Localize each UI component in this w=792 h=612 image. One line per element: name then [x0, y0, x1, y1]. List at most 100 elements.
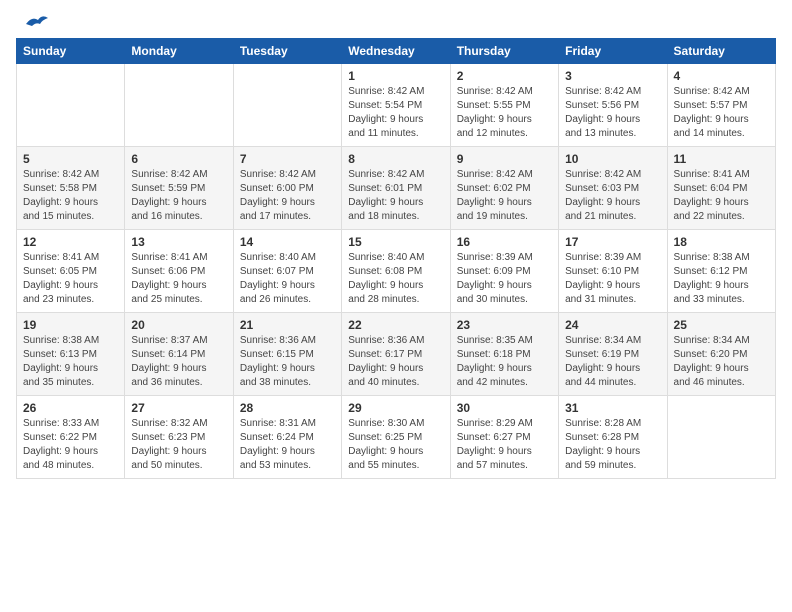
weekday-header-cell: Thursday: [450, 39, 558, 64]
calendar-day-cell: 5 Sunrise: 8:42 AM Sunset: 5:58 PM Daylig…: [17, 147, 125, 230]
calendar-day-cell: 10 Sunrise: 8:42 AM Sunset: 6:03 PM Dayli…: [559, 147, 667, 230]
day-info: Sunrise: 8:32 AM Sunset: 6:23 PM Dayligh…: [131, 417, 226, 473]
calendar-day-cell: 29 Sunrise: 8:30 AM Sunset: 6:25 PM Dayli…: [342, 396, 450, 479]
day-number: 26: [23, 401, 118, 415]
day-info: Sunrise: 8:40 AM Sunset: 6:08 PM Dayligh…: [348, 251, 443, 307]
calendar-day-cell: 24Sunrise: 8:34 AM Sunset: 6:19 PM Dayli…: [559, 313, 667, 396]
day-number: 21: [240, 318, 335, 332]
day-info: Sunrise: 8:41 AM Sunset: 6:06 PM Dayligh…: [131, 251, 226, 307]
logo: [16, 16, 50, 30]
day-info: Sunrise: 8:42 AM Sunset: 6:02 PM Dayligh…: [457, 168, 552, 224]
page-header: [16, 16, 776, 30]
calendar-day-cell: 28Sunrise: 8:31 AM Sunset: 6:24 PM Dayli…: [233, 396, 341, 479]
day-number: 17: [565, 235, 660, 249]
calendar-table: SundayMondayTuesdayWednesdayThursdayFrid…: [16, 38, 776, 479]
day-number: 20: [131, 318, 226, 332]
day-number: 6: [131, 152, 226, 166]
day-number: 13: [131, 235, 226, 249]
day-number: 19: [23, 318, 118, 332]
day-info: Sunrise: 8:40 AM Sunset: 6:07 PM Dayligh…: [240, 251, 335, 307]
calendar-week-row: 12 Sunrise: 8:41 AM Sunset: 6:05 PM Dayli…: [17, 230, 776, 313]
day-info: Sunrise: 8:36 AM Sunset: 6:15 PM Dayligh…: [240, 334, 335, 390]
calendar-day-cell: 14 Sunrise: 8:40 AM Sunset: 6:07 PM Dayli…: [233, 230, 341, 313]
calendar-day-cell: 20 Sunrise: 8:37 AM Sunset: 6:14 PM Dayli…: [125, 313, 233, 396]
calendar-day-cell: [667, 396, 775, 479]
day-info: Sunrise: 8:31 AM Sunset: 6:24 PM Dayligh…: [240, 417, 335, 473]
calendar-week-row: 1 Sunrise: 8:42 AM Sunset: 5:54 PM Daylig…: [17, 64, 776, 147]
weekday-header-cell: Friday: [559, 39, 667, 64]
day-number: 12: [23, 235, 118, 249]
calendar-day-cell: 9 Sunrise: 8:42 AM Sunset: 6:02 PM Daylig…: [450, 147, 558, 230]
calendar-day-cell: 21 Sunrise: 8:36 AM Sunset: 6:15 PM Dayli…: [233, 313, 341, 396]
calendar-day-cell: 1 Sunrise: 8:42 AM Sunset: 5:54 PM Daylig…: [342, 64, 450, 147]
day-info: Sunrise: 8:42 AM Sunset: 5:58 PM Dayligh…: [23, 168, 118, 224]
day-number: 4: [674, 69, 769, 83]
day-info: Sunrise: 8:36 AM Sunset: 6:17 PM Dayligh…: [348, 334, 443, 390]
calendar-week-row: 5 Sunrise: 8:42 AM Sunset: 5:58 PM Daylig…: [17, 147, 776, 230]
calendar-week-row: 26 Sunrise: 8:33 AM Sunset: 6:22 PM Dayli…: [17, 396, 776, 479]
calendar-day-cell: [17, 64, 125, 147]
day-info: Sunrise: 8:42 AM Sunset: 5:56 PM Dayligh…: [565, 85, 660, 141]
day-info: Sunrise: 8:42 AM Sunset: 6:00 PM Dayligh…: [240, 168, 335, 224]
calendar-day-cell: 16Sunrise: 8:39 AM Sunset: 6:09 PM Dayli…: [450, 230, 558, 313]
weekday-header-cell: Sunday: [17, 39, 125, 64]
calendar-day-cell: 27 Sunrise: 8:32 AM Sunset: 6:23 PM Dayli…: [125, 396, 233, 479]
day-info: Sunrise: 8:35 AM Sunset: 6:18 PM Dayligh…: [457, 334, 552, 390]
day-info: Sunrise: 8:42 AM Sunset: 6:01 PM Dayligh…: [348, 168, 443, 224]
day-number: 10: [565, 152, 660, 166]
day-info: Sunrise: 8:42 AM Sunset: 6:03 PM Dayligh…: [565, 168, 660, 224]
day-info: Sunrise: 8:42 AM Sunset: 5:59 PM Dayligh…: [131, 168, 226, 224]
calendar-week-row: 19 Sunrise: 8:38 AM Sunset: 6:13 PM Dayli…: [17, 313, 776, 396]
day-info: Sunrise: 8:29 AM Sunset: 6:27 PM Dayligh…: [457, 417, 552, 473]
logo-bird-icon: [18, 14, 50, 34]
day-number: 7: [240, 152, 335, 166]
day-info: Sunrise: 8:30 AM Sunset: 6:25 PM Dayligh…: [348, 417, 443, 473]
day-number: 18: [674, 235, 769, 249]
calendar-day-cell: 30Sunrise: 8:29 AM Sunset: 6:27 PM Dayli…: [450, 396, 558, 479]
day-number: 8: [348, 152, 443, 166]
calendar-day-cell: 22Sunrise: 8:36 AM Sunset: 6:17 PM Dayli…: [342, 313, 450, 396]
day-info: Sunrise: 8:28 AM Sunset: 6:28 PM Dayligh…: [565, 417, 660, 473]
day-number: 9: [457, 152, 552, 166]
day-number: 31: [565, 401, 660, 415]
calendar-day-cell: 26 Sunrise: 8:33 AM Sunset: 6:22 PM Dayli…: [17, 396, 125, 479]
calendar-day-cell: 3 Sunrise: 8:42 AM Sunset: 5:56 PM Daylig…: [559, 64, 667, 147]
day-info: Sunrise: 8:38 AM Sunset: 6:12 PM Dayligh…: [674, 251, 769, 307]
calendar-day-cell: 4 Sunrise: 8:42 AM Sunset: 5:57 PM Daylig…: [667, 64, 775, 147]
day-info: Sunrise: 8:42 AM Sunset: 5:57 PM Dayligh…: [674, 85, 769, 141]
day-number: 16: [457, 235, 552, 249]
calendar-day-cell: [233, 64, 341, 147]
weekday-header-cell: Wednesday: [342, 39, 450, 64]
day-number: 24: [565, 318, 660, 332]
calendar-day-cell: 7 Sunrise: 8:42 AM Sunset: 6:00 PM Daylig…: [233, 147, 341, 230]
day-info: Sunrise: 8:42 AM Sunset: 5:54 PM Dayligh…: [348, 85, 443, 141]
day-info: Sunrise: 8:41 AM Sunset: 6:04 PM Dayligh…: [674, 168, 769, 224]
calendar-day-cell: 19 Sunrise: 8:38 AM Sunset: 6:13 PM Dayli…: [17, 313, 125, 396]
day-info: Sunrise: 8:37 AM Sunset: 6:14 PM Dayligh…: [131, 334, 226, 390]
day-number: 3: [565, 69, 660, 83]
day-number: 2: [457, 69, 552, 83]
day-number: 5: [23, 152, 118, 166]
calendar-day-cell: 6 Sunrise: 8:42 AM Sunset: 5:59 PM Daylig…: [125, 147, 233, 230]
day-info: Sunrise: 8:42 AM Sunset: 5:55 PM Dayligh…: [457, 85, 552, 141]
calendar-day-cell: 25 Sunrise: 8:34 AM Sunset: 6:20 PM Dayli…: [667, 313, 775, 396]
day-number: 23: [457, 318, 552, 332]
day-info: Sunrise: 8:38 AM Sunset: 6:13 PM Dayligh…: [23, 334, 118, 390]
day-number: 11: [674, 152, 769, 166]
calendar-body: 1 Sunrise: 8:42 AM Sunset: 5:54 PM Daylig…: [17, 64, 776, 479]
calendar-day-cell: 2 Sunrise: 8:42 AM Sunset: 5:55 PM Daylig…: [450, 64, 558, 147]
day-number: 14: [240, 235, 335, 249]
day-number: 29: [348, 401, 443, 415]
day-number: 15: [348, 235, 443, 249]
day-number: 27: [131, 401, 226, 415]
calendar-day-cell: 23 Sunrise: 8:35 AM Sunset: 6:18 PM Dayli…: [450, 313, 558, 396]
day-number: 25: [674, 318, 769, 332]
day-info: Sunrise: 8:34 AM Sunset: 6:20 PM Dayligh…: [674, 334, 769, 390]
calendar-day-cell: 15 Sunrise: 8:40 AM Sunset: 6:08 PM Dayli…: [342, 230, 450, 313]
calendar-day-cell: 13 Sunrise: 8:41 AM Sunset: 6:06 PM Dayli…: [125, 230, 233, 313]
day-info: Sunrise: 8:39 AM Sunset: 6:10 PM Dayligh…: [565, 251, 660, 307]
calendar-day-cell: 17 Sunrise: 8:39 AM Sunset: 6:10 PM Dayli…: [559, 230, 667, 313]
day-number: 1: [348, 69, 443, 83]
day-info: Sunrise: 8:33 AM Sunset: 6:22 PM Dayligh…: [23, 417, 118, 473]
day-info: Sunrise: 8:41 AM Sunset: 6:05 PM Dayligh…: [23, 251, 118, 307]
